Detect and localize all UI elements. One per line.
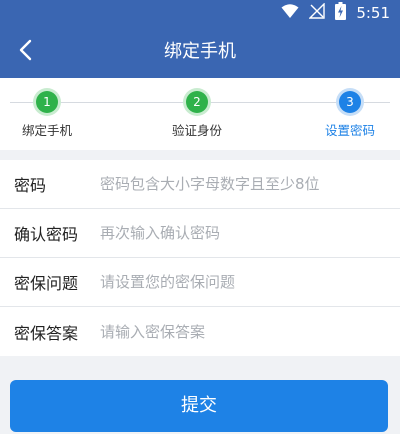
form-row-security-question: 密保问题	[0, 258, 400, 307]
step-number-badge: 1	[36, 91, 58, 113]
submit-button[interactable]: 提交	[10, 380, 388, 432]
step-set-password: 3 设置密码	[305, 91, 395, 139]
step-number-badge: 3	[339, 91, 361, 113]
step-label: 设置密码	[324, 123, 375, 138]
security-answer-input[interactable]	[88, 307, 400, 356]
confirm-password-label: 确认密码	[14, 225, 79, 244]
no-signal-icon	[308, 2, 326, 23]
form-row-confirm-password: 确认密码	[0, 209, 400, 258]
form-row-security-answer: 密保答案	[0, 307, 400, 356]
step-verify-identity: 2 验证身份	[152, 91, 242, 139]
confirm-password-input[interactable]	[88, 209, 400, 257]
security-answer-label: 密保答案	[14, 323, 79, 343]
step-label: 验证身份	[171, 123, 222, 138]
progress-stepper: 1 绑定手机 2 验证身份 3 设置密码	[0, 78, 400, 150]
status-time: 5:51	[356, 4, 390, 22]
form-row-password: 密码	[0, 160, 400, 209]
security-question-label: 密保问题	[14, 274, 79, 293]
step-number-badge: 2	[186, 91, 208, 113]
battery-charging-icon	[335, 2, 347, 24]
wifi-icon	[281, 3, 299, 23]
status-icons: 5:51	[281, 2, 390, 24]
step-label: 绑定手机	[21, 123, 72, 138]
password-label: 密码	[14, 176, 47, 195]
page-title: 绑定手机	[164, 41, 236, 62]
password-form: 密码 确认密码 密保问题 密保答案	[0, 160, 400, 356]
app-bar: 绑定手机	[0, 26, 400, 78]
status-bar: 5:51	[0, 0, 400, 26]
back-button[interactable]	[8, 34, 44, 70]
password-input[interactable]	[88, 160, 400, 208]
step-bind-phone: 1 绑定手机	[2, 91, 92, 139]
chevron-left-icon	[18, 39, 34, 65]
security-question-input[interactable]	[88, 258, 400, 306]
